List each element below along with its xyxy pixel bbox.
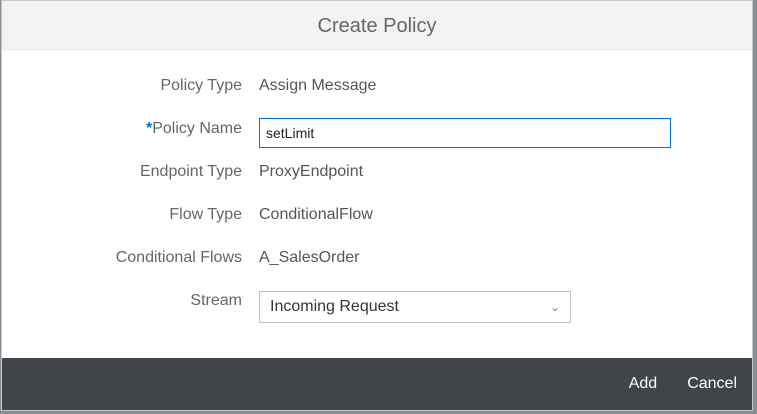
- stream-select[interactable]: Incoming Request ⌄: [259, 291, 571, 323]
- conditional-flows-value: A_SalesOrder: [259, 249, 360, 266]
- flow-type-row: Flow Type ConditionalFlow: [2, 200, 752, 230]
- policy-type-row: Policy Type Assign Message: [2, 71, 752, 101]
- conditional-flows-row: Conditional Flows A_SalesOrder: [2, 243, 752, 273]
- flow-type-value: ConditionalFlow: [259, 206, 373, 223]
- endpoint-type-value: ProxyEndpoint: [259, 163, 364, 180]
- policy-type-label: Policy Type: [160, 77, 242, 94]
- endpoint-type-row: Endpoint Type ProxyEndpoint: [2, 157, 752, 187]
- policy-name-label-text: Policy Name: [152, 120, 242, 137]
- cancel-button[interactable]: Cancel: [672, 375, 737, 393]
- dialog-title: Create Policy: [317, 14, 437, 37]
- endpoint-type-label: Endpoint Type: [139, 163, 242, 180]
- conditional-flows-label: Conditional Flows: [115, 249, 242, 266]
- stream-selected-value: Incoming Request: [270, 298, 399, 315]
- flow-type-label: Flow Type: [169, 206, 242, 223]
- policy-name-input[interactable]: [259, 118, 671, 148]
- stream-row: Stream Incoming Request ⌄: [2, 286, 752, 323]
- chevron-down-icon: ⌄: [549, 300, 560, 314]
- add-button[interactable]: Add: [614, 375, 657, 393]
- create-policy-dialog: Create Policy Policy Type Assign Message…: [1, 0, 753, 411]
- policy-type-value: Assign Message: [259, 77, 377, 94]
- policy-name-label: *Policy Name: [146, 114, 242, 144]
- stream-label: Stream: [190, 292, 242, 309]
- dialog-footer: Add Cancel: [2, 358, 752, 410]
- dialog-header: Create Policy: [2, 1, 752, 51]
- policy-name-row: *Policy Name: [2, 114, 752, 148]
